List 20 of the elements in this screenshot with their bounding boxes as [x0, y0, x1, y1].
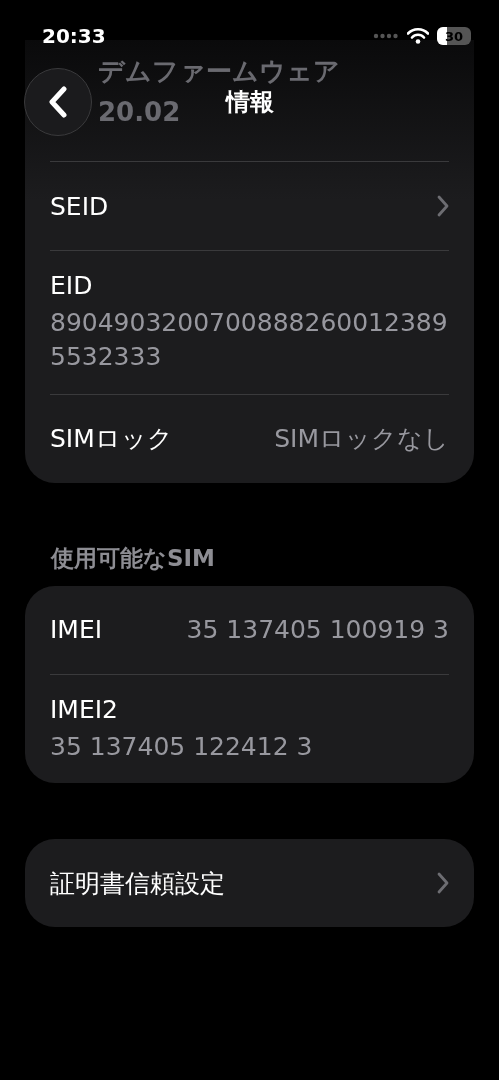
- modem-firmware-value: 20.02: [98, 97, 181, 127]
- nav-title: 情報: [224, 87, 275, 118]
- wifi-icon: [407, 28, 429, 44]
- row-value: 35 137405 122412 3: [50, 730, 313, 763]
- signal-icon: [373, 33, 399, 39]
- row-label: SIMロック: [50, 423, 173, 455]
- row-label: EID: [50, 271, 93, 300]
- chevron-icon: [437, 872, 449, 895]
- status-time: 20:33: [42, 24, 106, 48]
- row-label: IMEI: [50, 615, 103, 644]
- row-label: IMEI2: [50, 694, 119, 724]
- back-icon: [48, 86, 68, 118]
- settings-row[interactable]: SEID: [50, 162, 449, 250]
- section-header: 使用可能なSIM: [51, 543, 216, 573]
- settings-row[interactable]: 証明書信頼設定: [50, 839, 449, 928]
- row-value: 35 137405 100919 3: [186, 615, 449, 644]
- modem-firmware-label: デムファームウェア: [98, 55, 340, 88]
- row-value: SIMロックなし: [274, 423, 449, 455]
- chevron-icon: [437, 195, 449, 217]
- row-value: 89049032007008882600123895532333: [50, 307, 449, 373]
